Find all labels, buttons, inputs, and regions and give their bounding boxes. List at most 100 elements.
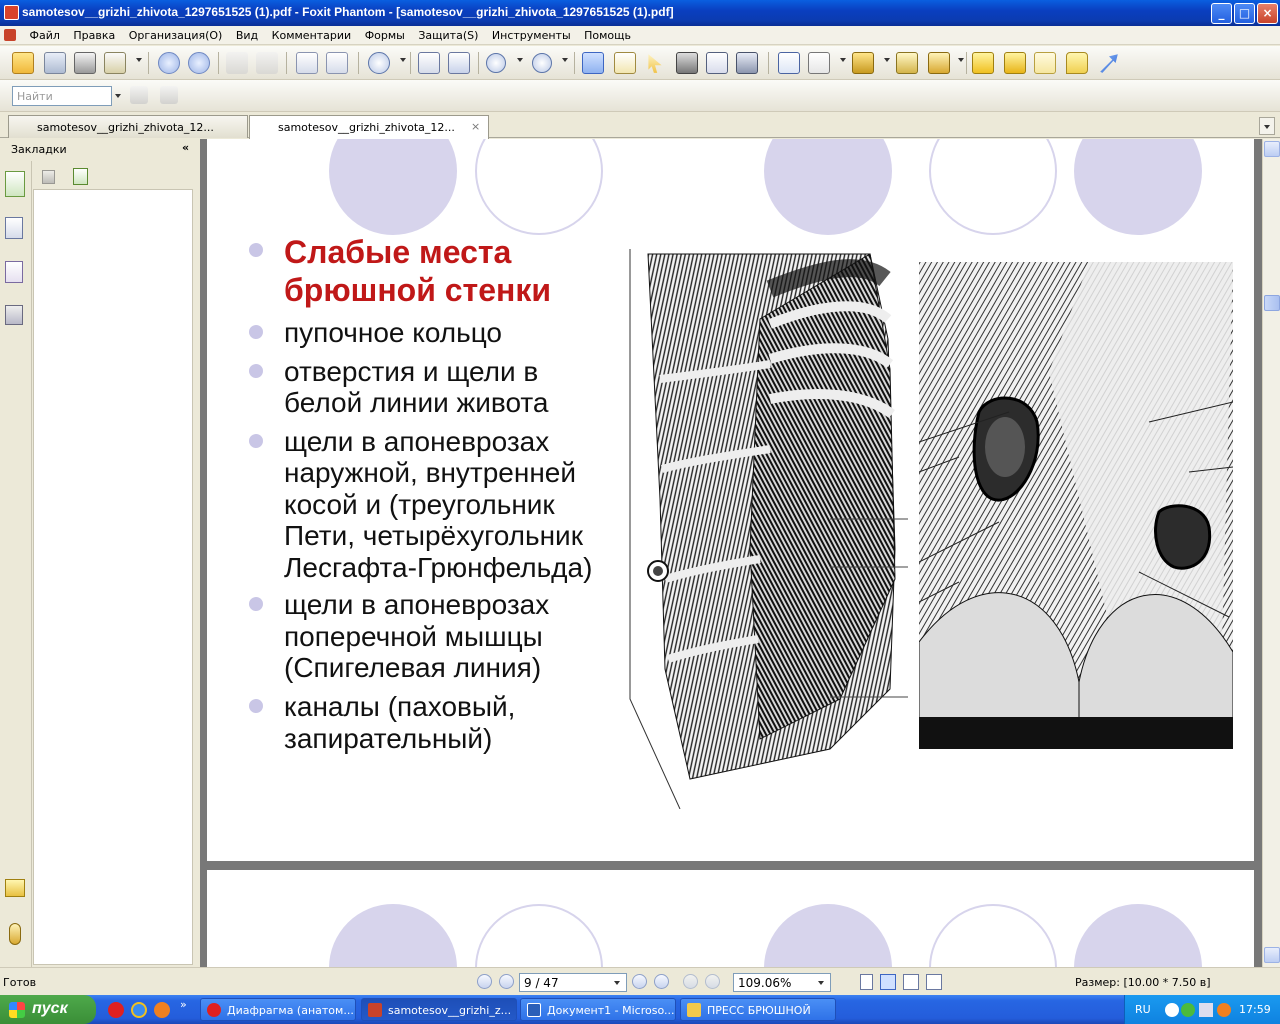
ie-icon[interactable] <box>131 1002 147 1018</box>
note-dropdown-icon[interactable] <box>840 58 846 62</box>
rect-icon[interactable] <box>778 52 800 74</box>
stamp-icon[interactable] <box>852 52 874 74</box>
prev-page-button[interactable] <box>499 974 514 989</box>
zoom-out-dropdown-icon[interactable] <box>517 58 523 62</box>
stamp-dropdown-icon[interactable] <box>884 58 890 62</box>
zoom-icon[interactable] <box>368 52 390 74</box>
annotations-tab-icon[interactable] <box>5 261 23 283</box>
lock-icon[interactable] <box>928 52 950 74</box>
lock-dropdown-icon[interactable] <box>958 58 964 62</box>
pages-tab-icon[interactable] <box>5 217 23 239</box>
menu-view[interactable]: Вид <box>231 26 263 45</box>
menu-forms[interactable]: Формы <box>360 26 410 45</box>
snapshot-icon[interactable] <box>736 52 758 74</box>
doc-menu-icon[interactable] <box>0 26 21 45</box>
page-number-field[interactable]: 9 / 47 <box>519 973 627 992</box>
tray-icon[interactable] <box>1181 1003 1195 1017</box>
next-page-button[interactable] <box>632 974 647 989</box>
scroll-up-button[interactable] <box>1264 141 1280 157</box>
continuous-page-icon[interactable] <box>880 974 896 990</box>
scroll-down-button[interactable] <box>1264 947 1280 963</box>
last-page-button[interactable] <box>654 974 669 989</box>
tab-close-icon[interactable]: × <box>471 120 480 133</box>
facing-page-icon[interactable] <box>903 974 919 990</box>
menu-tools[interactable]: Инструменты <box>487 26 576 45</box>
extract-icon[interactable] <box>296 52 318 74</box>
search-input[interactable]: Найти <box>12 86 112 106</box>
zoom-field[interactable]: 109.06% <box>733 973 831 992</box>
arrow-icon[interactable] <box>1100 54 1118 73</box>
find-prev-icon[interactable] <box>130 86 148 104</box>
select-icon[interactable] <box>648 54 662 73</box>
zoom-dropdown-icon[interactable] <box>400 58 406 62</box>
title-bar[interactable]: samotesov__grizhi_zhivota_1297651525 (1)… <box>0 0 1280 26</box>
typewriter-icon[interactable] <box>706 52 728 74</box>
menu-protect[interactable]: Защита(S) <box>413 26 483 45</box>
tab-document-1[interactable]: samotesov__grizhi_zhivota_12... <box>8 115 248 138</box>
task-diaphragm[interactable]: Диафрагма (анатом... <box>200 998 356 1021</box>
back-icon[interactable] <box>226 52 248 74</box>
history-forward-button[interactable] <box>705 974 720 989</box>
print-icon[interactable] <box>74 52 96 74</box>
single-page-icon[interactable] <box>860 974 873 990</box>
open-icon[interactable] <box>12 52 34 74</box>
network-icon[interactable] <box>1199 1003 1213 1017</box>
media-player-icon[interactable] <box>154 1002 170 1018</box>
delete-bookmark-icon[interactable] <box>42 170 55 184</box>
bookmarks-list[interactable] <box>33 189 193 965</box>
find-next-icon[interactable] <box>160 86 178 104</box>
zoom-out-icon[interactable] <box>486 53 506 73</box>
comment-icon[interactable] <box>1066 52 1088 74</box>
new-bookmark-icon[interactable] <box>73 168 88 185</box>
first-page-icon[interactable] <box>158 52 180 74</box>
comments-tab-icon[interactable] <box>5 879 25 897</box>
menu-edit[interactable]: Правка <box>68 26 120 45</box>
textbox-icon[interactable] <box>1034 52 1056 74</box>
tab-document-2[interactable]: samotesov__grizhi_zhivota_12... × <box>249 115 489 139</box>
zoom-in-icon[interactable] <box>532 53 552 73</box>
collapse-panel-icon[interactable]: « <box>182 141 189 154</box>
tray-icon[interactable] <box>1217 1003 1231 1017</box>
task-word[interactable]: Документ1 - Microso... <box>520 998 676 1021</box>
forward-icon[interactable] <box>256 52 278 74</box>
first-page-button[interactable] <box>477 974 492 989</box>
vertical-scrollbar[interactable] <box>1262 139 1280 967</box>
select-text-icon[interactable] <box>614 52 636 74</box>
continuous-facing-icon[interactable] <box>926 974 942 990</box>
zoom-dropdown-icon[interactable] <box>818 981 824 985</box>
note-edit-icon[interactable] <box>808 52 830 74</box>
task-foxit[interactable]: samotesov__grizhi_z... <box>361 998 517 1021</box>
opera-icon[interactable] <box>108 1002 124 1018</box>
edit-icon[interactable] <box>1004 52 1026 74</box>
email-icon[interactable] <box>104 52 126 74</box>
history-back-button[interactable] <box>683 974 698 989</box>
email-dropdown-icon[interactable] <box>136 58 142 62</box>
zoom-in-dropdown-icon[interactable] <box>562 58 568 62</box>
prev-page-icon[interactable] <box>188 52 210 74</box>
insert-icon[interactable] <box>326 52 348 74</box>
layers-tab-icon[interactable] <box>5 305 23 325</box>
attachments-tab-icon[interactable] <box>9 923 21 945</box>
menu-organize[interactable]: Организация(O) <box>124 26 228 45</box>
language-indicator[interactable]: RU <box>1135 1003 1151 1016</box>
highlight-icon[interactable] <box>972 52 994 74</box>
maximize-button[interactable]: □ <box>1234 3 1255 24</box>
fit-width-icon[interactable] <box>448 52 470 74</box>
menu-help[interactable]: Помощь <box>579 26 636 45</box>
start-button[interactable]: пуск <box>0 995 96 1024</box>
sign-icon[interactable] <box>896 52 918 74</box>
task-folder[interactable]: ПРЕСС БРЮШНОЙ <box>680 998 836 1021</box>
search-dropdown-icon[interactable] <box>115 94 121 98</box>
menu-file[interactable]: Файл <box>25 26 65 45</box>
hand-icon[interactable] <box>582 52 604 74</box>
fit-page-icon[interactable] <box>418 52 440 74</box>
menu-comments[interactable]: Комментарии <box>267 26 357 45</box>
close-button[interactable]: × <box>1257 3 1278 24</box>
quicklaunch-more-icon[interactable]: » <box>180 998 187 1011</box>
bookmarks-tab-icon[interactable] <box>5 171 25 197</box>
document-view[interactable]: Слабые места брюшной стенки пупочное кол… <box>200 139 1262 967</box>
tray-icon[interactable] <box>1165 1003 1179 1017</box>
tabs-dropdown-button[interactable] <box>1259 117 1275 135</box>
binocular-icon[interactable] <box>676 52 698 74</box>
minimize-button[interactable]: _ <box>1211 3 1232 24</box>
